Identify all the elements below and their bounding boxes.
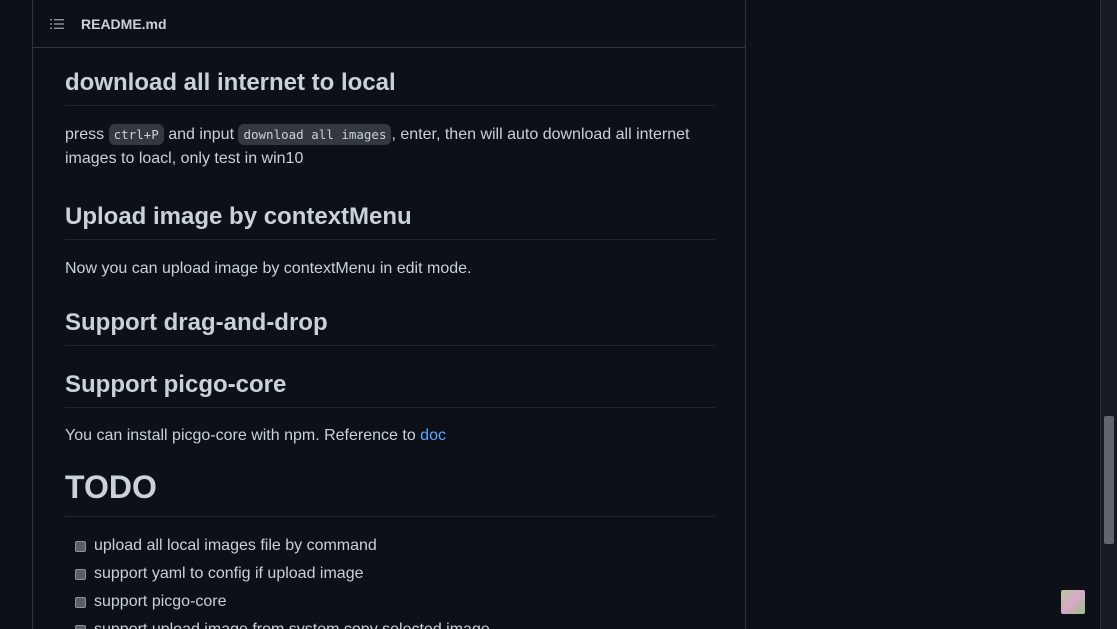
todo-checkbox[interactable]: [75, 540, 86, 552]
code-shortcut: ctrl+P: [108, 124, 164, 145]
todo-item: support yaml to config if upload image: [65, 560, 715, 588]
todo-checkbox[interactable]: [75, 624, 86, 629]
picgo-core-paragraph: You can install picgo-core with npm. Ref…: [65, 424, 715, 448]
todo-item: support picgo-core: [65, 588, 715, 616]
todo-item: support upload image from system copy se…: [65, 616, 715, 629]
heading-context-menu: Upload image by contextMenu: [65, 202, 715, 240]
download-paragraph: press ctrl+P and input download all imag…: [65, 123, 715, 171]
todo-item-label: support yaml to config if upload image: [94, 565, 364, 582]
scrollbar-thumb[interactable]: [1104, 416, 1114, 544]
heading-picgo-core: Support picgo-core: [65, 370, 715, 408]
doc-link[interactable]: doc: [420, 427, 446, 444]
todo-item-label: upload all local images file by command: [94, 537, 377, 554]
readme-panel: README.md download all internet to local…: [32, 0, 746, 629]
context-menu-paragraph: Now you can upload image by contextMenu …: [65, 260, 472, 277]
avatar[interactable]: [1061, 590, 1085, 614]
todo-checkbox[interactable]: [75, 568, 86, 580]
todo-item-label: support picgo-core: [94, 593, 227, 610]
picgo-core-text: You can install picgo-core with npm. Ref…: [65, 427, 416, 444]
code-command: download all images: [238, 124, 392, 145]
vertical-scrollbar[interactable]: [1100, 0, 1117, 629]
todo-item-label: support upload image from system copy se…: [94, 621, 490, 629]
todo-list: upload all local images file by command …: [65, 532, 715, 629]
readme-content: download all internet to local press ctr…: [65, 48, 715, 629]
todo-checkbox[interactable]: [75, 596, 86, 608]
readme-header: README.md: [33, 0, 745, 48]
text-and-input: and input: [168, 126, 235, 143]
file-name: README.md: [81, 15, 167, 32]
list-unordered-icon[interactable]: [49, 16, 65, 32]
heading-download-all: download all internet to local: [65, 68, 715, 106]
text-rest-line2: images to loacl, only test in win10: [65, 150, 304, 167]
todo-item: upload all local images file by command: [65, 532, 715, 560]
heading-todo: TODO: [65, 467, 715, 517]
heading-drag-drop: Support drag-and-drop: [65, 308, 715, 346]
text-rest-line1: , enter, then will auto download all int…: [391, 126, 690, 143]
text-press: press: [65, 126, 105, 143]
